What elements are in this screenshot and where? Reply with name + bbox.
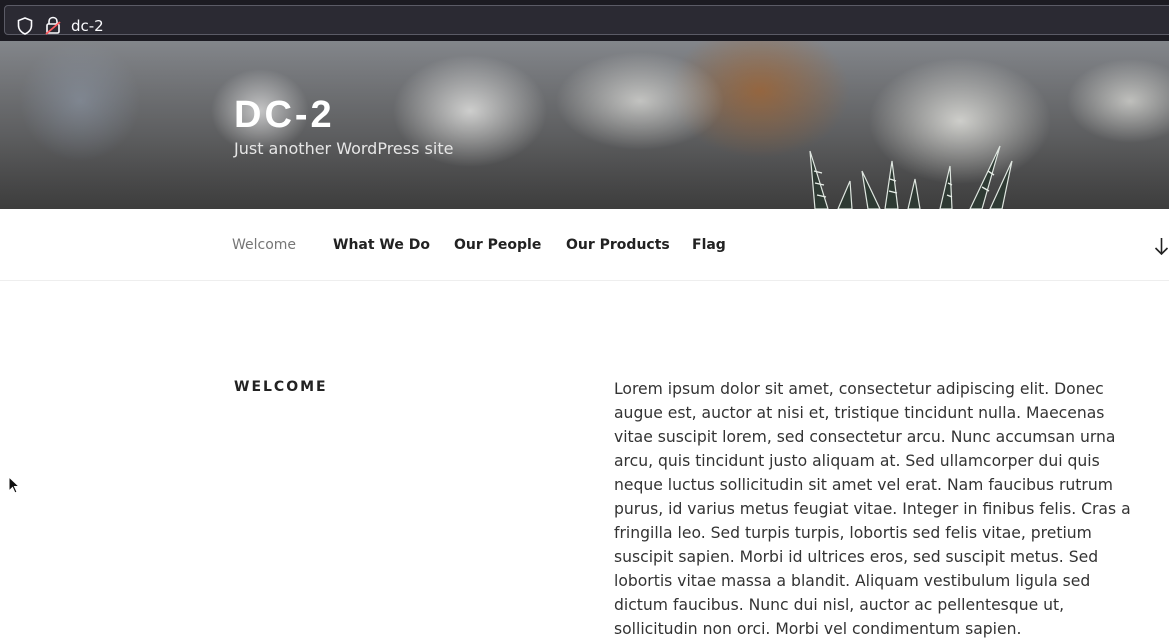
site-header-image: DC-2 Just another WordPress site — [0, 41, 1169, 209]
site-title[interactable]: DC-2 — [234, 93, 335, 137]
nav-item-our-products[interactable]: Our Products — [566, 236, 670, 254]
nav-item-flag[interactable]: Flag — [692, 236, 726, 254]
nav-item-what-we-do[interactable]: What We Do — [333, 236, 430, 254]
section-title: WELCOME — [234, 379, 328, 395]
arrow-down-icon[interactable] — [1154, 236, 1169, 256]
site-description: Just another WordPress site — [234, 139, 454, 158]
mouse-cursor-icon — [8, 476, 20, 494]
entry-content: Lorem ipsum dolor sit amet, consectetur … — [614, 380, 1131, 638]
lock-icon[interactable] — [45, 16, 61, 35]
url-bar[interactable]: dc-2 — [4, 5, 1169, 35]
nav-item-our-people[interactable]: Our People — [454, 236, 541, 254]
shield-icon[interactable] — [17, 17, 33, 35]
browser-toolbar: dc-2 — [0, 0, 1169, 41]
plant-image — [809, 145, 1013, 209]
url-text[interactable]: dc-2 — [71, 17, 104, 35]
main-navigation: Welcome What We Do Our People Our Produc… — [0, 209, 1169, 281]
nav-item-welcome[interactable]: Welcome — [232, 236, 296, 254]
